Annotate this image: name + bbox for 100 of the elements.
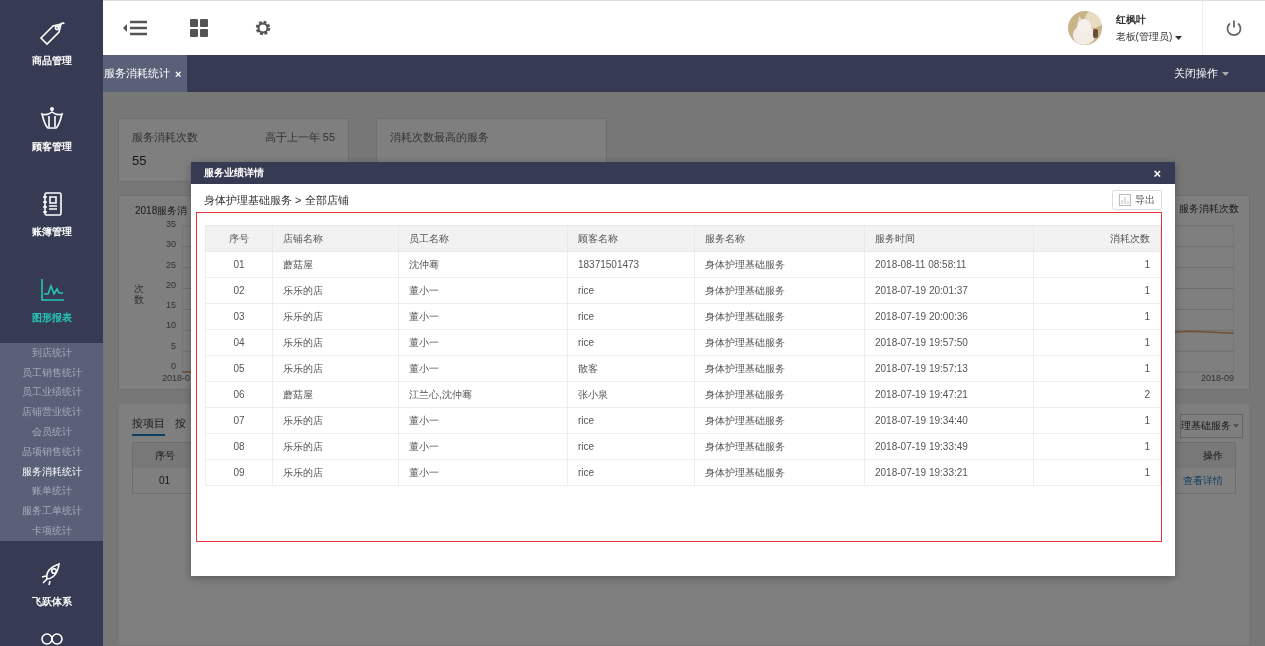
axis-tick: 0 bbox=[171, 361, 176, 371]
table-cell: 2018-07-19 19:33:49 bbox=[864, 433, 1034, 460]
submenu-item[interactable]: 到店统计 bbox=[0, 343, 103, 363]
table-cell: 2018-07-19 19:57:50 bbox=[864, 329, 1034, 356]
table-cell: 1 bbox=[1033, 459, 1161, 486]
table-cell: rice bbox=[567, 329, 695, 356]
column-header: 序号 bbox=[205, 225, 273, 252]
submenu-item[interactable]: 服务消耗统计 bbox=[0, 461, 103, 482]
table-cell: 董小一 bbox=[398, 433, 568, 460]
table-cell: 身体护理基础服务 bbox=[694, 355, 865, 382]
sidebar-item[interactable]: 图形报表 bbox=[0, 257, 103, 343]
column-header: 服务时间 bbox=[864, 225, 1034, 252]
close-menu[interactable]: 关闭操作 bbox=[1174, 55, 1229, 92]
table-cell: 2018-07-19 19:57:13 bbox=[864, 355, 1034, 382]
close-button[interactable]: × bbox=[1153, 165, 1161, 181]
user-role-dropdown[interactable]: 老板(管理员) bbox=[1115, 29, 1182, 44]
table-cell: 2018-07-19 20:00:36 bbox=[864, 303, 1034, 330]
view-details-link[interactable]: 查看详情 bbox=[1183, 473, 1223, 488]
sidebar-item[interactable]: 飞跃体系 bbox=[0, 540, 103, 627]
table-cell: rice bbox=[567, 277, 695, 304]
table-cell: 乐乐的店 bbox=[272, 329, 399, 356]
table-cell: 2 bbox=[1033, 381, 1161, 408]
table-cell: 董小一 bbox=[398, 303, 568, 330]
sidebar-item[interactable]: 商品管理 bbox=[0, 0, 103, 86]
table-cell: 身体护理基础服务 bbox=[694, 407, 865, 434]
export-button[interactable]: 导出 bbox=[1112, 190, 1162, 210]
table-cell: 2018-07-19 19:47:21 bbox=[864, 381, 1034, 408]
table-cell: 2018-07-19 20:01:37 bbox=[864, 277, 1034, 304]
sidebar-item[interactable]: 顾客管理 bbox=[0, 85, 103, 172]
stat-title: 服务消耗次数 bbox=[132, 130, 198, 145]
table-cell: 乐乐的店 bbox=[272, 355, 399, 382]
page-tab[interactable]: 服务消耗统计 × bbox=[103, 55, 188, 92]
table-cell: 身体护理基础服务 bbox=[694, 459, 865, 486]
view-tab[interactable]: 按项目 bbox=[132, 416, 165, 436]
table-cell: 蘑菇屋 bbox=[272, 381, 399, 408]
stat-value: 55 bbox=[132, 153, 148, 168]
table-cell: 2018-08-11 08:58:11 bbox=[864, 251, 1034, 278]
view-tab[interactable]: 按 bbox=[175, 416, 186, 436]
table-cell: 董小一 bbox=[398, 407, 568, 434]
submenu-item[interactable]: 店铺营业统计 bbox=[0, 402, 103, 423]
table-cell: rice bbox=[567, 303, 695, 330]
table-cell: 1 bbox=[1033, 303, 1161, 330]
table-cell: 江兰心,沈仲骞 bbox=[398, 381, 568, 408]
table-cell: rice bbox=[567, 407, 695, 434]
table-cell: 身体护理基础服务 bbox=[694, 251, 865, 278]
column-header: 序号 bbox=[155, 448, 175, 463]
table-cell: 18371501473 bbox=[567, 251, 695, 278]
table-cell: 05 bbox=[205, 355, 273, 382]
table-cell: 1 bbox=[1033, 433, 1161, 460]
table-cell: 董小一 bbox=[398, 459, 568, 486]
submenu-item[interactable]: 员工业绩统计 bbox=[0, 382, 103, 403]
table-cell: 沈仲骞 bbox=[398, 251, 568, 278]
table-cell: 董小一 bbox=[398, 329, 568, 356]
axis-tick: 35 bbox=[166, 220, 176, 229]
column-header: 操作 bbox=[1203, 448, 1223, 463]
column-header: 顾客名称 bbox=[567, 225, 695, 252]
chart-legend: 服务消耗次数 bbox=[1179, 202, 1239, 216]
table-cell: 04 bbox=[205, 329, 273, 356]
chart-title: 2018服务消 bbox=[135, 204, 188, 218]
axis-tick: 2018-09 bbox=[1200, 373, 1234, 383]
axis-tick: 25 bbox=[166, 260, 176, 270]
table-cell: 身体护理基础服务 bbox=[694, 433, 865, 460]
stat-title: 消耗次数最高的服务 bbox=[390, 130, 489, 145]
tab-close[interactable]: × bbox=[175, 67, 182, 80]
axis-tick: 2018-0 bbox=[162, 373, 191, 383]
table-cell: 2018-07-19 19:33:21 bbox=[864, 459, 1034, 486]
table-cell: 08 bbox=[205, 433, 273, 460]
submenu-item[interactable]: 服务工单统计 bbox=[0, 501, 103, 522]
table-cell: 2018-07-19 19:34:40 bbox=[864, 407, 1034, 434]
table-cell: 乐乐的店 bbox=[272, 277, 399, 304]
column-header: 员工名称 bbox=[398, 225, 568, 252]
table-cell: 身体护理基础服务 bbox=[694, 381, 865, 408]
table-cell: 09 bbox=[205, 459, 273, 486]
submenu-item[interactable]: 账单统计 bbox=[0, 481, 103, 502]
table-cell: 乐乐的店 bbox=[272, 303, 399, 330]
table-cell: 身体护理基础服务 bbox=[694, 277, 865, 304]
table-cell: 06 bbox=[205, 381, 273, 408]
table-cell: 散客 bbox=[567, 355, 695, 382]
table-cell: 张小泉 bbox=[567, 381, 695, 408]
table-cell: 乐乐的店 bbox=[272, 433, 399, 460]
submenu-item[interactable]: 品项销售统计 bbox=[0, 442, 103, 462]
axis-tick: 30 bbox=[166, 240, 176, 250]
table-cell: 1 bbox=[1033, 329, 1161, 356]
tab-label: 服务消耗统计 bbox=[104, 66, 170, 81]
submenu-item[interactable]: 会员统计 bbox=[0, 422, 103, 442]
user-name: 红枫叶 bbox=[1115, 12, 1147, 27]
table-cell: rice bbox=[567, 433, 695, 460]
submenu-item[interactable]: 卡项统计 bbox=[0, 521, 103, 541]
table-cell: 蘑菇屋 bbox=[272, 251, 399, 278]
table-cell: 1 bbox=[1033, 277, 1161, 304]
table-cell: 董小一 bbox=[398, 355, 568, 382]
submenu-item[interactable]: 员工销售统计 bbox=[0, 362, 103, 383]
table-cell: 董小一 bbox=[398, 277, 568, 304]
column-header: 消耗次数 bbox=[1033, 225, 1161, 252]
sidebar-item[interactable]: 账簿管理 bbox=[0, 171, 103, 258]
table-cell: 1 bbox=[1033, 407, 1161, 434]
axis-tick: 15 bbox=[166, 301, 176, 311]
service-select[interactable]: 理基础服务 bbox=[1180, 414, 1243, 438]
axis-tick: 20 bbox=[166, 280, 176, 290]
table-cell: 1 bbox=[1033, 251, 1161, 278]
